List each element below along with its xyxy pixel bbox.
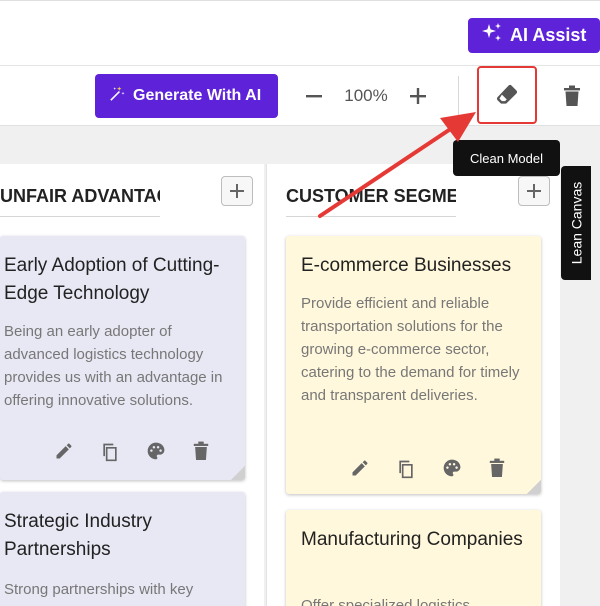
generate-with-ai-button[interactable]: Generate With AI [95,74,278,118]
card-early-adoption[interactable]: Early Adoption of Cutting-Edge Technolog… [0,236,245,480]
column-customer-segments: CUSTOMER SEGMENTS E-commerce Businesses … [266,164,560,606]
card-actions [54,441,210,463]
column-title: CUSTOMER SEGMENTS [286,186,456,206]
zoom-out-button[interactable] [302,82,326,110]
eraser-icon [496,84,518,104]
copy-icon[interactable] [396,458,416,480]
card-fold [527,480,541,494]
pencil-icon[interactable] [350,458,370,478]
copy-icon[interactable] [100,441,120,463]
trash-icon [564,85,580,106]
card-title: Early Adoption of Cutting-Edge Technolog… [4,255,220,304]
clean-model-tooltip: Clean Model [453,140,560,176]
card-title: E-commerce Businesses [301,255,512,276]
plus-icon [230,184,244,198]
palette-icon[interactable] [442,458,462,478]
add-card-button[interactable] [518,176,550,206]
pencil-icon[interactable] [54,441,74,461]
plus-icon [410,88,426,104]
add-card-button[interactable] [221,176,253,206]
toolbar-divider [458,76,459,116]
delete-all-button[interactable] [560,82,584,110]
column-title: UNFAIR ADVANTAGE [0,186,160,206]
lean-canvas-tab[interactable]: Lean Canvas [561,166,591,280]
column-unfair-advantage: UNFAIR ADVANTAGE Early Adoption of Cutti… [0,164,264,606]
card-actions [350,458,506,480]
toolbar: Generate With AI 100% [0,66,600,126]
card-strategic-partnerships[interactable]: Strategic Industry Partnerships Strong p… [0,492,245,606]
ai-assist-label: AI Assist [510,25,587,45]
plus-icon [527,184,541,198]
clean-model-button[interactable] [477,66,537,124]
card-description: Strong partnerships with key [4,581,194,598]
column-title-underline [0,216,160,217]
canvas-area: UNFAIR ADVANTAGE Early Adoption of Cutti… [0,126,600,606]
card-ecommerce-businesses[interactable]: E-commerce Businesses Provide efficient … [286,236,541,494]
card-title: Strategic Industry Partnerships [4,511,152,560]
minus-icon [306,95,322,98]
zoom-in-button[interactable] [406,82,430,110]
lean-canvas-tab-label: Lean Canvas [568,181,585,265]
sparkles-icon [480,21,504,50]
card-fold [231,466,245,480]
card-title: Manufacturing Companies [301,529,523,550]
card-description: Provide efficient and reliable transport… [301,295,520,404]
trash-icon[interactable] [488,458,506,478]
card-manufacturing-companies[interactable]: Manufacturing Companies Offer specialize… [286,510,541,606]
zoom-level: 100% [344,86,388,105]
ai-assist-button[interactable]: AI Assist [468,18,600,53]
palette-icon[interactable] [146,441,166,461]
column-title-underline [286,216,456,217]
card-description: Offer specialized logistics [301,597,470,606]
top-bar: AI Assist [0,0,600,66]
trash-icon[interactable] [192,441,210,461]
generate-with-ai-label: Generate With AI [133,87,262,104]
magic-wand-icon [108,85,126,108]
card-description: Being an early adopter of advanced logis… [4,323,223,409]
